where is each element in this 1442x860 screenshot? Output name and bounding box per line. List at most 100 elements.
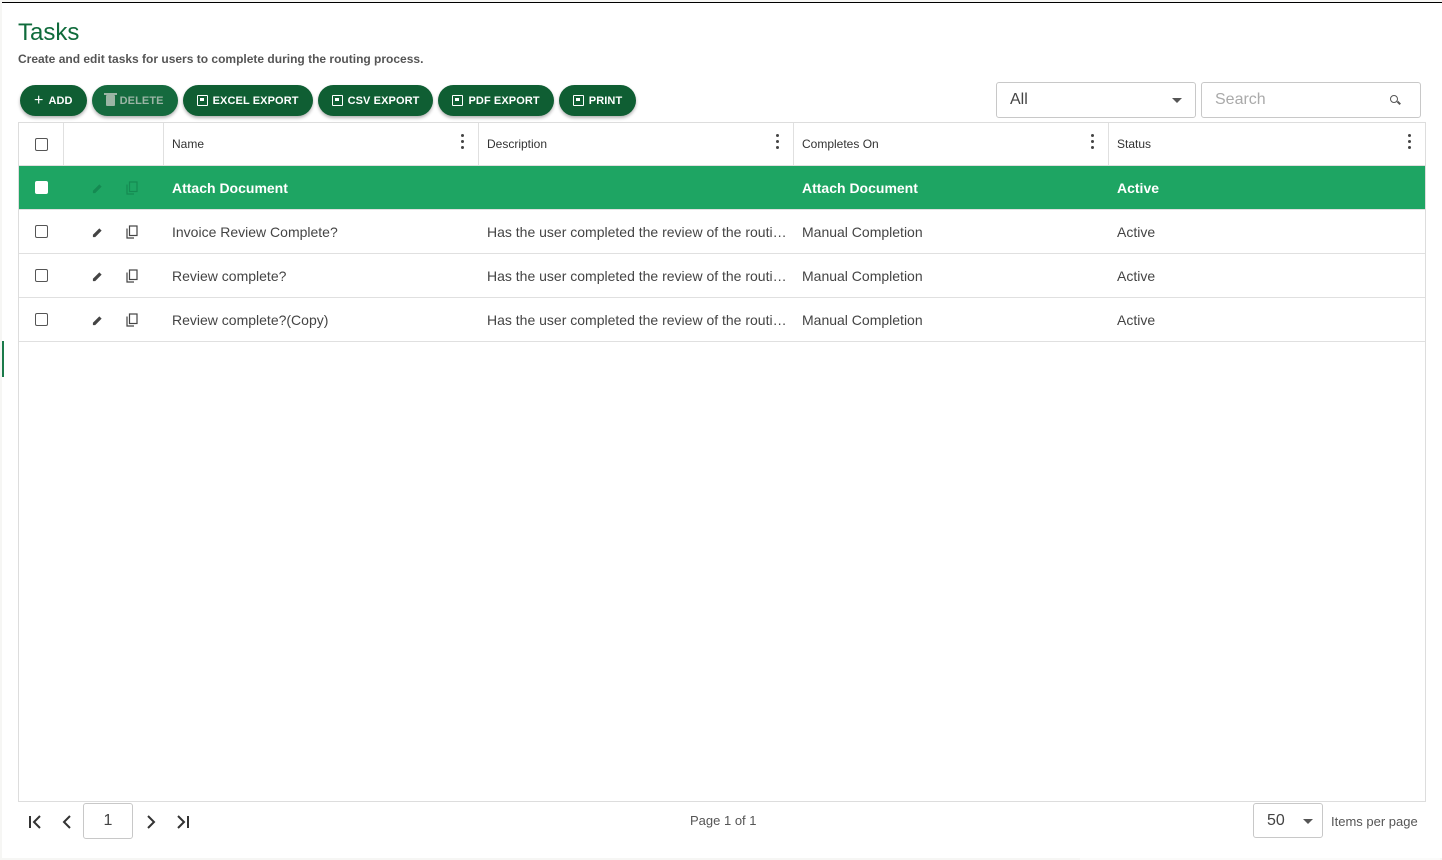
pager: 1 Page 1 of 1 50 Items per page xyxy=(18,802,1426,842)
grid-header-row: Name Description Completes On Status xyxy=(19,123,1425,166)
cell-description-text: Has the user completed the review of the… xyxy=(487,311,787,328)
next-page-icon[interactable] xyxy=(140,812,160,832)
first-page-icon[interactable] xyxy=(26,812,46,832)
row-actions xyxy=(64,298,164,341)
status-filter-select[interactable]: All xyxy=(996,82,1196,118)
cell-name: Invoice Review Complete? xyxy=(172,223,338,240)
row-select-cell xyxy=(19,298,64,341)
left-accent xyxy=(2,341,4,377)
column-menu-icon[interactable] xyxy=(461,134,464,150)
cell-completes-on: Manual Completion xyxy=(802,267,923,284)
items-per-page-value: 50 xyxy=(1267,811,1285,829)
plus-icon: + xyxy=(34,91,44,109)
cell-description xyxy=(479,166,794,209)
table-row[interactable]: Review complete? Has the user completed t… xyxy=(19,254,1425,298)
table-row[interactable]: Review complete?(Copy) Has the user compl… xyxy=(19,298,1425,342)
delete-button-label: DELETE xyxy=(119,94,164,107)
delete-button[interactable]: DELETE xyxy=(91,85,178,116)
pdf-export-label: PDF EXPORT xyxy=(468,94,540,107)
status-filter-value: All xyxy=(1010,91,1028,108)
csv-export-label: CSV EXPORT xyxy=(347,94,420,107)
column-header-description-label: Description xyxy=(487,137,548,151)
copy-icon[interactable] xyxy=(126,181,138,195)
column-header-completes-on-label: Completes On xyxy=(802,137,879,151)
trash-icon xyxy=(103,93,117,106)
cell-status: Active xyxy=(1117,179,1160,196)
export-icon xyxy=(452,95,464,106)
search-placeholder: Search xyxy=(1215,91,1266,108)
tasks-grid: Name Description Completes On Status Att… xyxy=(18,122,1426,802)
row-select-cell xyxy=(19,210,64,253)
cell-completes-on: Manual Completion xyxy=(802,223,923,240)
column-header-status[interactable]: Status xyxy=(1109,123,1425,165)
column-menu-icon[interactable] xyxy=(776,134,779,150)
cell-name: Review complete? xyxy=(172,267,287,284)
row-select-cell xyxy=(19,254,64,297)
excel-export-button[interactable]: EXCEL EXPORT xyxy=(182,85,313,116)
select-all-cell xyxy=(19,123,64,165)
search-input[interactable]: Search xyxy=(1201,82,1421,118)
column-header-status-label: Status xyxy=(1117,137,1152,151)
edit-pencil-icon[interactable] xyxy=(92,315,103,326)
edit-pencil-icon[interactable] xyxy=(92,227,103,238)
row-select-cell xyxy=(19,166,64,209)
page-number-input[interactable]: 1 xyxy=(83,803,133,839)
add-button-label: ADD xyxy=(48,94,73,107)
cell-completes-on: Manual Completion xyxy=(802,311,923,328)
print-button-label: PRINT xyxy=(588,94,623,107)
page-header: Tasks Create and edit tasks for users to… xyxy=(18,19,423,66)
export-icon xyxy=(196,95,208,106)
page-subtitle: Create and edit tasks for users to compl… xyxy=(18,52,424,66)
cell-completes-on: Attach Document xyxy=(802,179,918,196)
cell-name: Review complete?(Copy) xyxy=(172,311,329,328)
print-button[interactable]: PRINT xyxy=(558,85,637,116)
column-header-name-label: Name xyxy=(172,137,205,151)
cell-status: Active xyxy=(1117,311,1156,328)
caret-down-icon xyxy=(1172,98,1182,103)
search-icon[interactable] xyxy=(1390,95,1398,103)
table-row[interactable]: Invoice Review Complete? Has the user com… xyxy=(19,210,1425,254)
cell-description: Has the user completed the review of the… xyxy=(479,254,794,297)
column-menu-icon[interactable] xyxy=(1091,134,1094,150)
table-row[interactable]: Attach Document Attach Document Active xyxy=(19,166,1425,210)
cell-description: Has the user completed the review of the… xyxy=(479,298,794,341)
pdf-export-button[interactable]: PDF EXPORT xyxy=(438,85,554,116)
cell-description-text: Has the user completed the review of the… xyxy=(487,223,787,240)
page-info: Page 1 of 1 xyxy=(690,813,757,828)
csv-export-button[interactable]: CSV EXPORT xyxy=(317,85,434,116)
row-actions xyxy=(64,166,164,209)
items-per-page-label: Items per page xyxy=(1331,814,1418,829)
page: Tasks Create and edit tasks for users to… xyxy=(2,2,1442,858)
export-icon xyxy=(331,95,343,106)
copy-icon[interactable] xyxy=(126,225,138,239)
cell-status: Active xyxy=(1117,223,1156,240)
row-checkbox[interactable] xyxy=(35,269,48,282)
row-checkbox[interactable] xyxy=(35,181,48,194)
select-all-checkbox[interactable] xyxy=(34,137,48,151)
copy-icon[interactable] xyxy=(126,269,138,283)
add-button[interactable]: + ADD xyxy=(20,85,87,116)
items-per-page-select[interactable]: 50 xyxy=(1253,803,1323,838)
row-actions xyxy=(64,210,164,253)
column-header-description[interactable]: Description xyxy=(479,123,794,165)
actions-header xyxy=(64,123,164,165)
toolbar: + ADD DELETE EXCEL EXPORT CSV EXPORT PDF… xyxy=(20,85,637,116)
cell-description: Has the user completed the review of the… xyxy=(479,210,794,253)
column-menu-icon[interactable] xyxy=(1408,134,1411,150)
edit-pencil-icon[interactable] xyxy=(92,271,103,282)
edit-pencil-icon[interactable] xyxy=(92,183,103,194)
print-icon xyxy=(572,95,584,106)
row-checkbox[interactable] xyxy=(35,225,48,238)
row-checkbox[interactable] xyxy=(35,313,48,326)
column-header-name[interactable]: Name xyxy=(164,123,479,165)
cell-name: Attach Document xyxy=(172,179,288,196)
copy-icon[interactable] xyxy=(126,313,138,327)
column-header-completes-on[interactable]: Completes On xyxy=(794,123,1109,165)
row-actions xyxy=(64,254,164,297)
last-page-icon[interactable] xyxy=(172,812,192,832)
cell-description-text: Has the user completed the review of the… xyxy=(487,267,787,284)
excel-export-label: EXCEL EXPORT xyxy=(212,94,299,107)
cell-status: Active xyxy=(1117,267,1156,284)
page-title: Tasks xyxy=(18,19,80,46)
previous-page-icon[interactable] xyxy=(58,812,78,832)
